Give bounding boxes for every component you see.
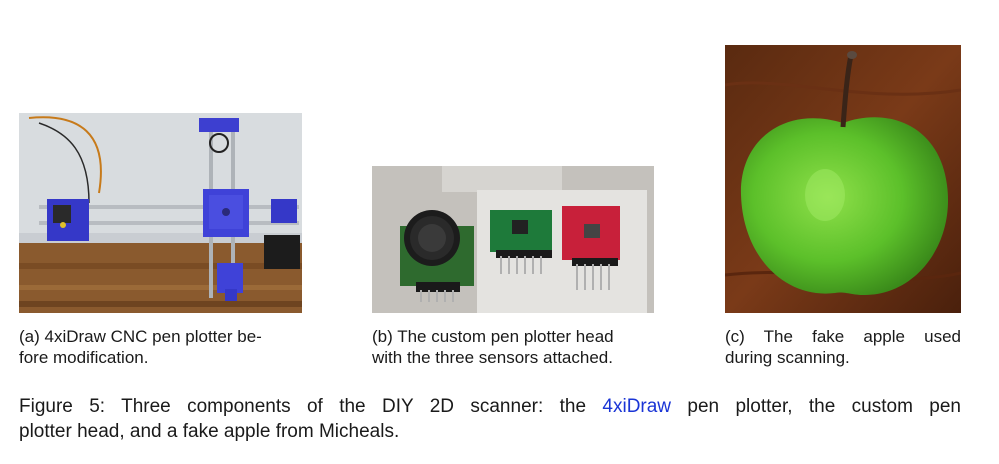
subcaption-b-line1: (b) The custom pen plotter head [372, 327, 614, 346]
subcaption-a: (a) 4xiDraw CNC pen plotter be- fore mod… [19, 326, 309, 368]
sensor-head-photo [372, 166, 654, 313]
subcaption-b-line2: with the three sensors attached. [372, 348, 613, 367]
figure-caption-prefix: Figure 5: Three components of the DIY 2D… [19, 396, 603, 417]
figure-caption-line1: Figure 5: Three components of the DIY 2D… [19, 394, 961, 419]
figure-caption-line2: plotter head, and a fake apple from Mich… [19, 421, 400, 442]
subcaption-b: (b) The custom pen plotter head with the… [372, 326, 672, 368]
subcaption-c-line1: (c) The fake apple used [725, 327, 961, 346]
4xidraw-link[interactable]: 4xiDraw [602, 396, 671, 417]
pen-plotter-photo [19, 113, 302, 313]
fake-apple-photo [725, 45, 961, 313]
figure-caption-line1-suffix: pen plotter, the custom pen [671, 396, 961, 417]
subcaption-c: (c) The fake apple used during scanning. [725, 326, 961, 368]
subcaption-c-line2: during scanning. [725, 348, 850, 367]
subcaption-a-line2: fore modification. [19, 348, 149, 367]
figure-caption: Figure 5: Three components of the DIY 2D… [19, 394, 961, 444]
subcaption-a-line1: (a) 4xiDraw CNC pen plotter be- [19, 327, 262, 346]
